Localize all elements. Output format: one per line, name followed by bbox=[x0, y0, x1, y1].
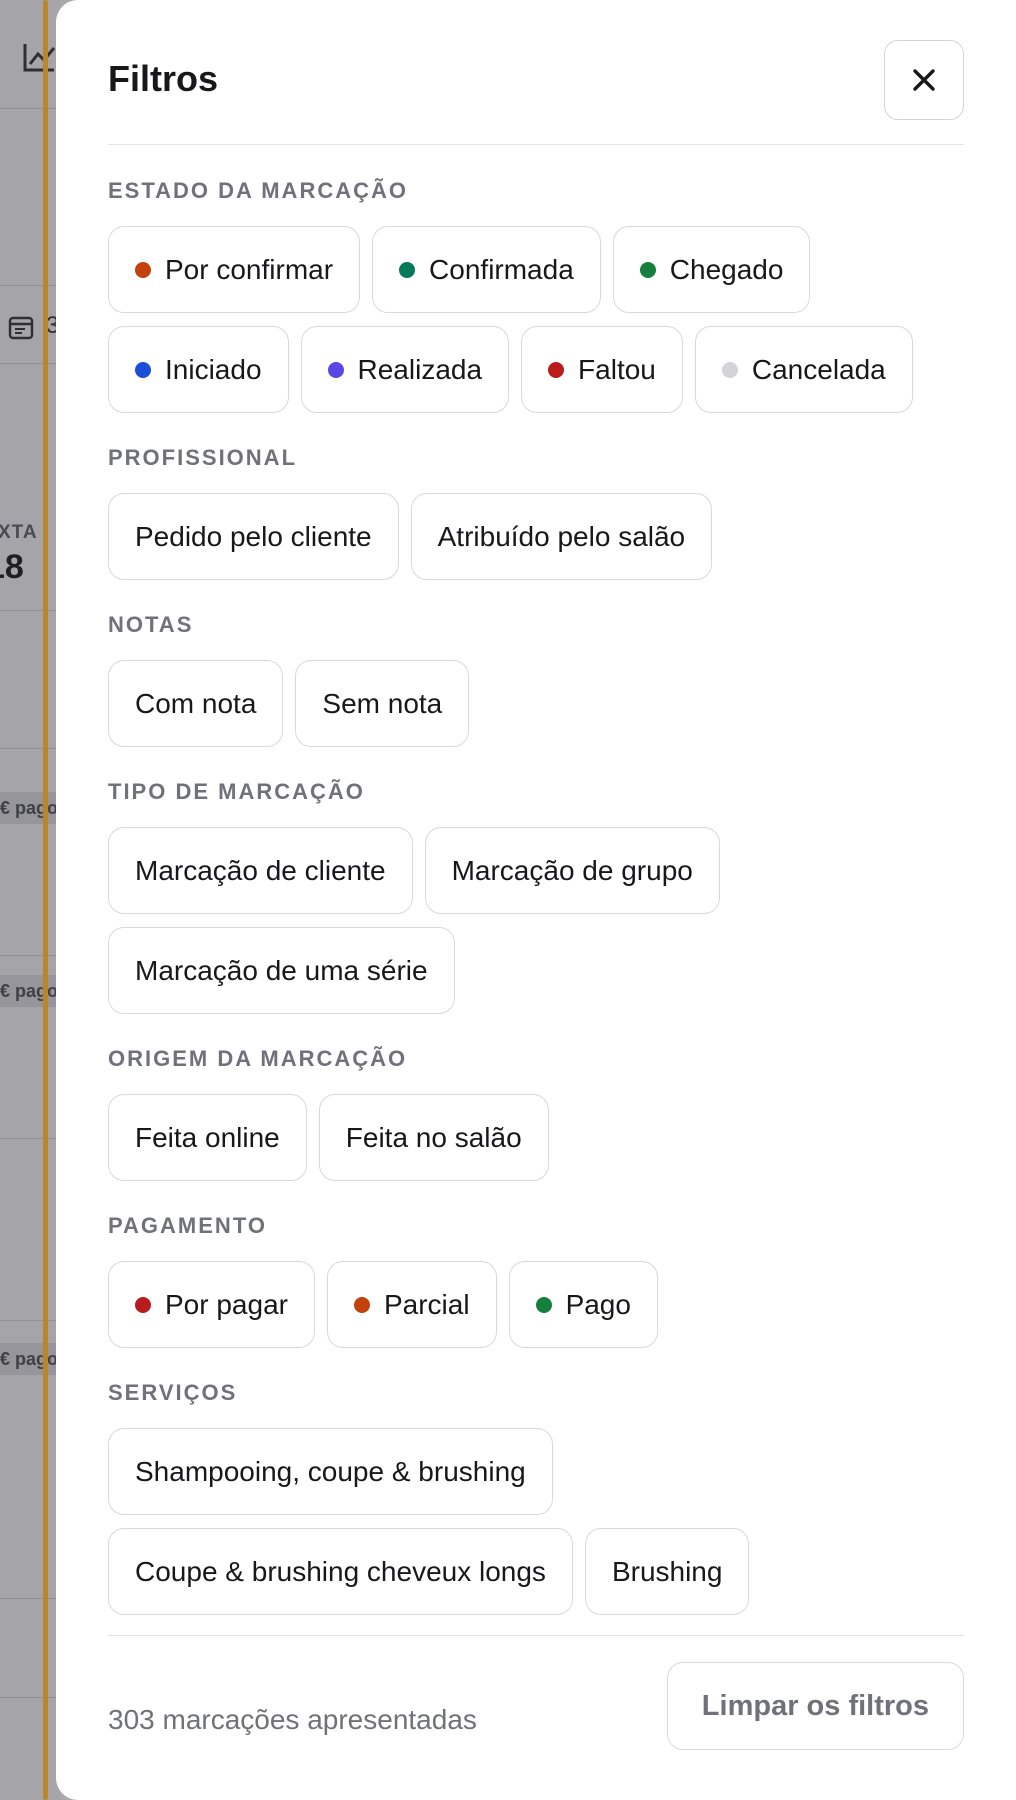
chip-label: Por confirmar bbox=[165, 253, 334, 285]
chip-label: Chegado bbox=[669, 253, 784, 285]
section-title-notes: NOTAS bbox=[108, 612, 194, 637]
chip-label: Parcial bbox=[383, 1288, 470, 1320]
chip-label: Confirmada bbox=[429, 253, 574, 285]
filter-chip-confirmada[interactable]: Confirmada bbox=[372, 226, 601, 313]
section-title-payment: PAGAMENTO bbox=[108, 1213, 267, 1238]
bg-day-number: 18 bbox=[0, 548, 24, 586]
filter-chip-chegado[interactable]: Chegado bbox=[612, 226, 811, 313]
status-chips: Por confirmar Confirmada Chegado Iniciad… bbox=[108, 226, 964, 413]
section-title-status: ESTADO DA MARCAÇÃO bbox=[108, 178, 408, 203]
clear-filters-button[interactable]: Limpar os filtros bbox=[666, 1662, 964, 1750]
close-button[interactable] bbox=[884, 40, 964, 120]
filter-chip-marcacao-serie[interactable]: Marcação de uma série bbox=[108, 927, 455, 1014]
bg-day-label: XTA bbox=[0, 522, 38, 543]
status-dot bbox=[135, 261, 151, 278]
payment-chips: Por pagar Parcial Pago bbox=[108, 1261, 964, 1348]
chip-label: Por pagar bbox=[165, 1288, 288, 1320]
results-count: 303 marcações apresentadas bbox=[108, 1704, 477, 1735]
filter-chip-marcacao-grupo[interactable]: Marcação de grupo bbox=[424, 827, 720, 914]
background-app: 3 XTA 18 € pago € pago € pago bbox=[0, 0, 60, 1800]
filter-chip-service[interactable]: Coupe & brushing cheveux longs bbox=[108, 1528, 573, 1615]
filter-chip-por-pagar[interactable]: Por pagar bbox=[108, 1261, 315, 1348]
close-icon bbox=[913, 69, 935, 91]
chip-label: Pago bbox=[565, 1288, 631, 1320]
filter-chip-feita-online[interactable]: Feita online bbox=[108, 1094, 307, 1181]
filter-chip-realizada[interactable]: Realizada bbox=[300, 326, 510, 413]
services-chips: Shampooing, coupe & brushing Coupe & bru… bbox=[108, 1428, 964, 1615]
sheet-title: Filtros bbox=[108, 58, 219, 99]
status-dot bbox=[639, 261, 656, 278]
chip-label: Faltou bbox=[578, 353, 656, 385]
status-dot bbox=[327, 361, 344, 378]
section-title-origin: ORIGEM DA MARCAÇÃO bbox=[108, 1046, 408, 1071]
filter-chip-por-confirmar[interactable]: Por confirmar bbox=[108, 226, 361, 313]
sheet-header: Filtros bbox=[108, 0, 964, 145]
sheet-footer: 303 marcações apresentadas Limpar os fil… bbox=[108, 1635, 964, 1800]
filter-chip-pago[interactable]: Pago bbox=[508, 1261, 658, 1348]
chart-icon bbox=[22, 42, 56, 74]
filters-sheet: Filtros ESTADO DA MARCAÇÃO Por confirmar… bbox=[56, 0, 1016, 1800]
filters-content: ESTADO DA MARCAÇÃO Por confirmar Confirm… bbox=[108, 145, 964, 1635]
status-dot bbox=[135, 361, 151, 378]
chip-label: Iniciado bbox=[165, 353, 262, 385]
filter-chip-service[interactable]: Brushing bbox=[584, 1528, 750, 1615]
bg-paid-tag: € pago bbox=[0, 792, 60, 824]
filter-chip-parcial[interactable]: Parcial bbox=[326, 1261, 497, 1348]
professional-chips: Pedido pelo cliente Atribuído pelo salão bbox=[108, 493, 964, 580]
filter-chip-marcacao-cliente[interactable]: Marcação de cliente bbox=[108, 827, 413, 914]
filter-chip-atribuido-pelo-salao[interactable]: Atribuído pelo salão bbox=[410, 493, 713, 580]
filter-chip-sem-nota[interactable]: Sem nota bbox=[295, 660, 470, 747]
status-dot bbox=[548, 361, 565, 378]
filter-chip-iniciado[interactable]: Iniciado bbox=[108, 326, 289, 413]
sheet-edge-accent bbox=[43, 0, 48, 1800]
filter-chip-service[interactable]: Shampooing, coupe & brushing bbox=[108, 1428, 553, 1515]
bg-paid-tag: € pago bbox=[0, 1343, 60, 1375]
notes-chips: Com nota Sem nota bbox=[108, 660, 964, 747]
filter-chip-cancelada[interactable]: Cancelada bbox=[694, 326, 913, 413]
type-chips: Marcação de cliente Marcação de grupo Ma… bbox=[108, 827, 964, 1014]
payment-dot bbox=[135, 1296, 151, 1313]
status-dot bbox=[399, 261, 416, 278]
chip-label: Realizada bbox=[357, 353, 483, 385]
filter-chip-pedido-pelo-cliente[interactable]: Pedido pelo cliente bbox=[108, 493, 399, 580]
calendar-icon bbox=[8, 314, 34, 340]
status-dot bbox=[721, 361, 738, 378]
filter-chip-feita-no-salao[interactable]: Feita no salão bbox=[318, 1094, 549, 1181]
origin-chips: Feita online Feita no salão bbox=[108, 1094, 964, 1181]
chip-label: Cancelada bbox=[751, 353, 886, 385]
filter-chip-com-nota[interactable]: Com nota bbox=[108, 660, 284, 747]
payment-dot bbox=[535, 1296, 552, 1313]
filter-chip-faltou[interactable]: Faltou bbox=[521, 326, 683, 413]
bg-paid-tag: € pago bbox=[0, 975, 60, 1007]
section-title-services: SERVIÇOS bbox=[108, 1380, 238, 1405]
payment-dot bbox=[353, 1296, 370, 1313]
section-title-type: TIPO DE MARCAÇÃO bbox=[108, 779, 365, 804]
section-title-professional: PROFISSIONAL bbox=[108, 445, 298, 470]
